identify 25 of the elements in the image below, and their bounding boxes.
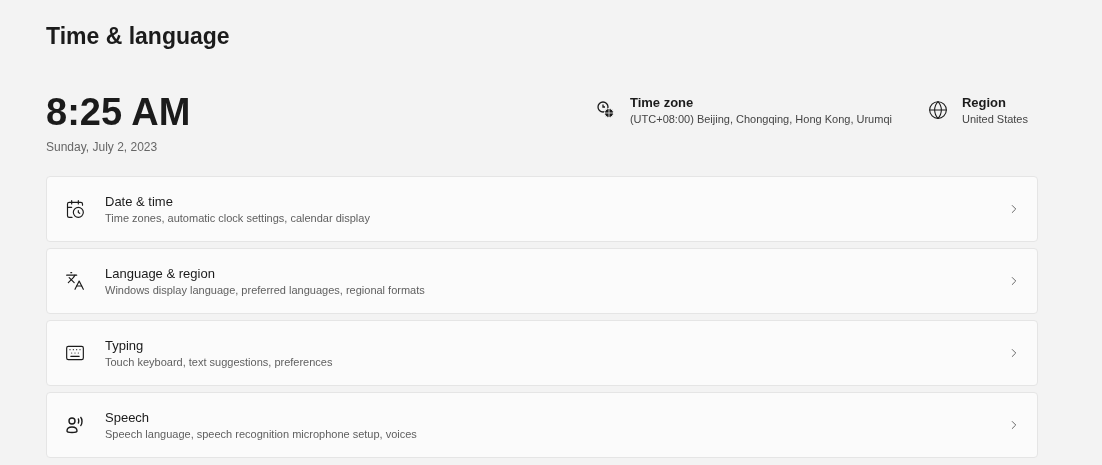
- settings-card[interactable]: Language & region Windows display language, preferred languages, regional formats: [46, 248, 1038, 314]
- clock-date: Sunday, July 2, 2023: [46, 139, 159, 156]
- globe-icon: [927, 100, 948, 120]
- setting-description: Speech language, speech recognition microphone setup, voices: [105, 426, 418, 442]
- keyboard-icon: [65, 343, 85, 363]
- setting-description: Time zones, automatic clock settings, calendar display: [105, 210, 371, 226]
- settings-card[interactable]: Speech Speech language, speech recognition microphone setup, voices: [46, 392, 1038, 458]
- speech-icon: [65, 415, 85, 435]
- setting-title: Speech: [105, 408, 151, 427]
- settings-card[interactable]: Date & time Time zones, automatic clock settings, calendar display: [46, 176, 1038, 242]
- language-icon: [65, 271, 85, 291]
- info-value: United States: [961, 112, 1028, 127]
- info-label: Region: [961, 94, 1007, 111]
- setting-description: Touch keyboard, text suggestions, preferences: [105, 354, 334, 370]
- setting-title: Language & region: [105, 264, 216, 283]
- info-label: Time zone: [629, 94, 695, 111]
- setting-description: Windows display language, preferred languages, regional formats: [105, 282, 426, 298]
- settings-card[interactable]: Typing Touch keyboard, text suggestions, preferences: [46, 320, 1038, 386]
- calendar-clock-icon: [65, 199, 85, 219]
- info-value: (UTC+08:00) Beijing, Chongqing, Hong Kong, Urumqi: [629, 112, 892, 127]
- clock-globe-icon: [595, 100, 616, 120]
- setting-title: Date & time: [105, 192, 174, 211]
- page-title: Time & language: [46, 22, 231, 50]
- clock-time: 8:25 AM: [46, 90, 191, 134]
- setting-title: Typing: [105, 336, 145, 355]
